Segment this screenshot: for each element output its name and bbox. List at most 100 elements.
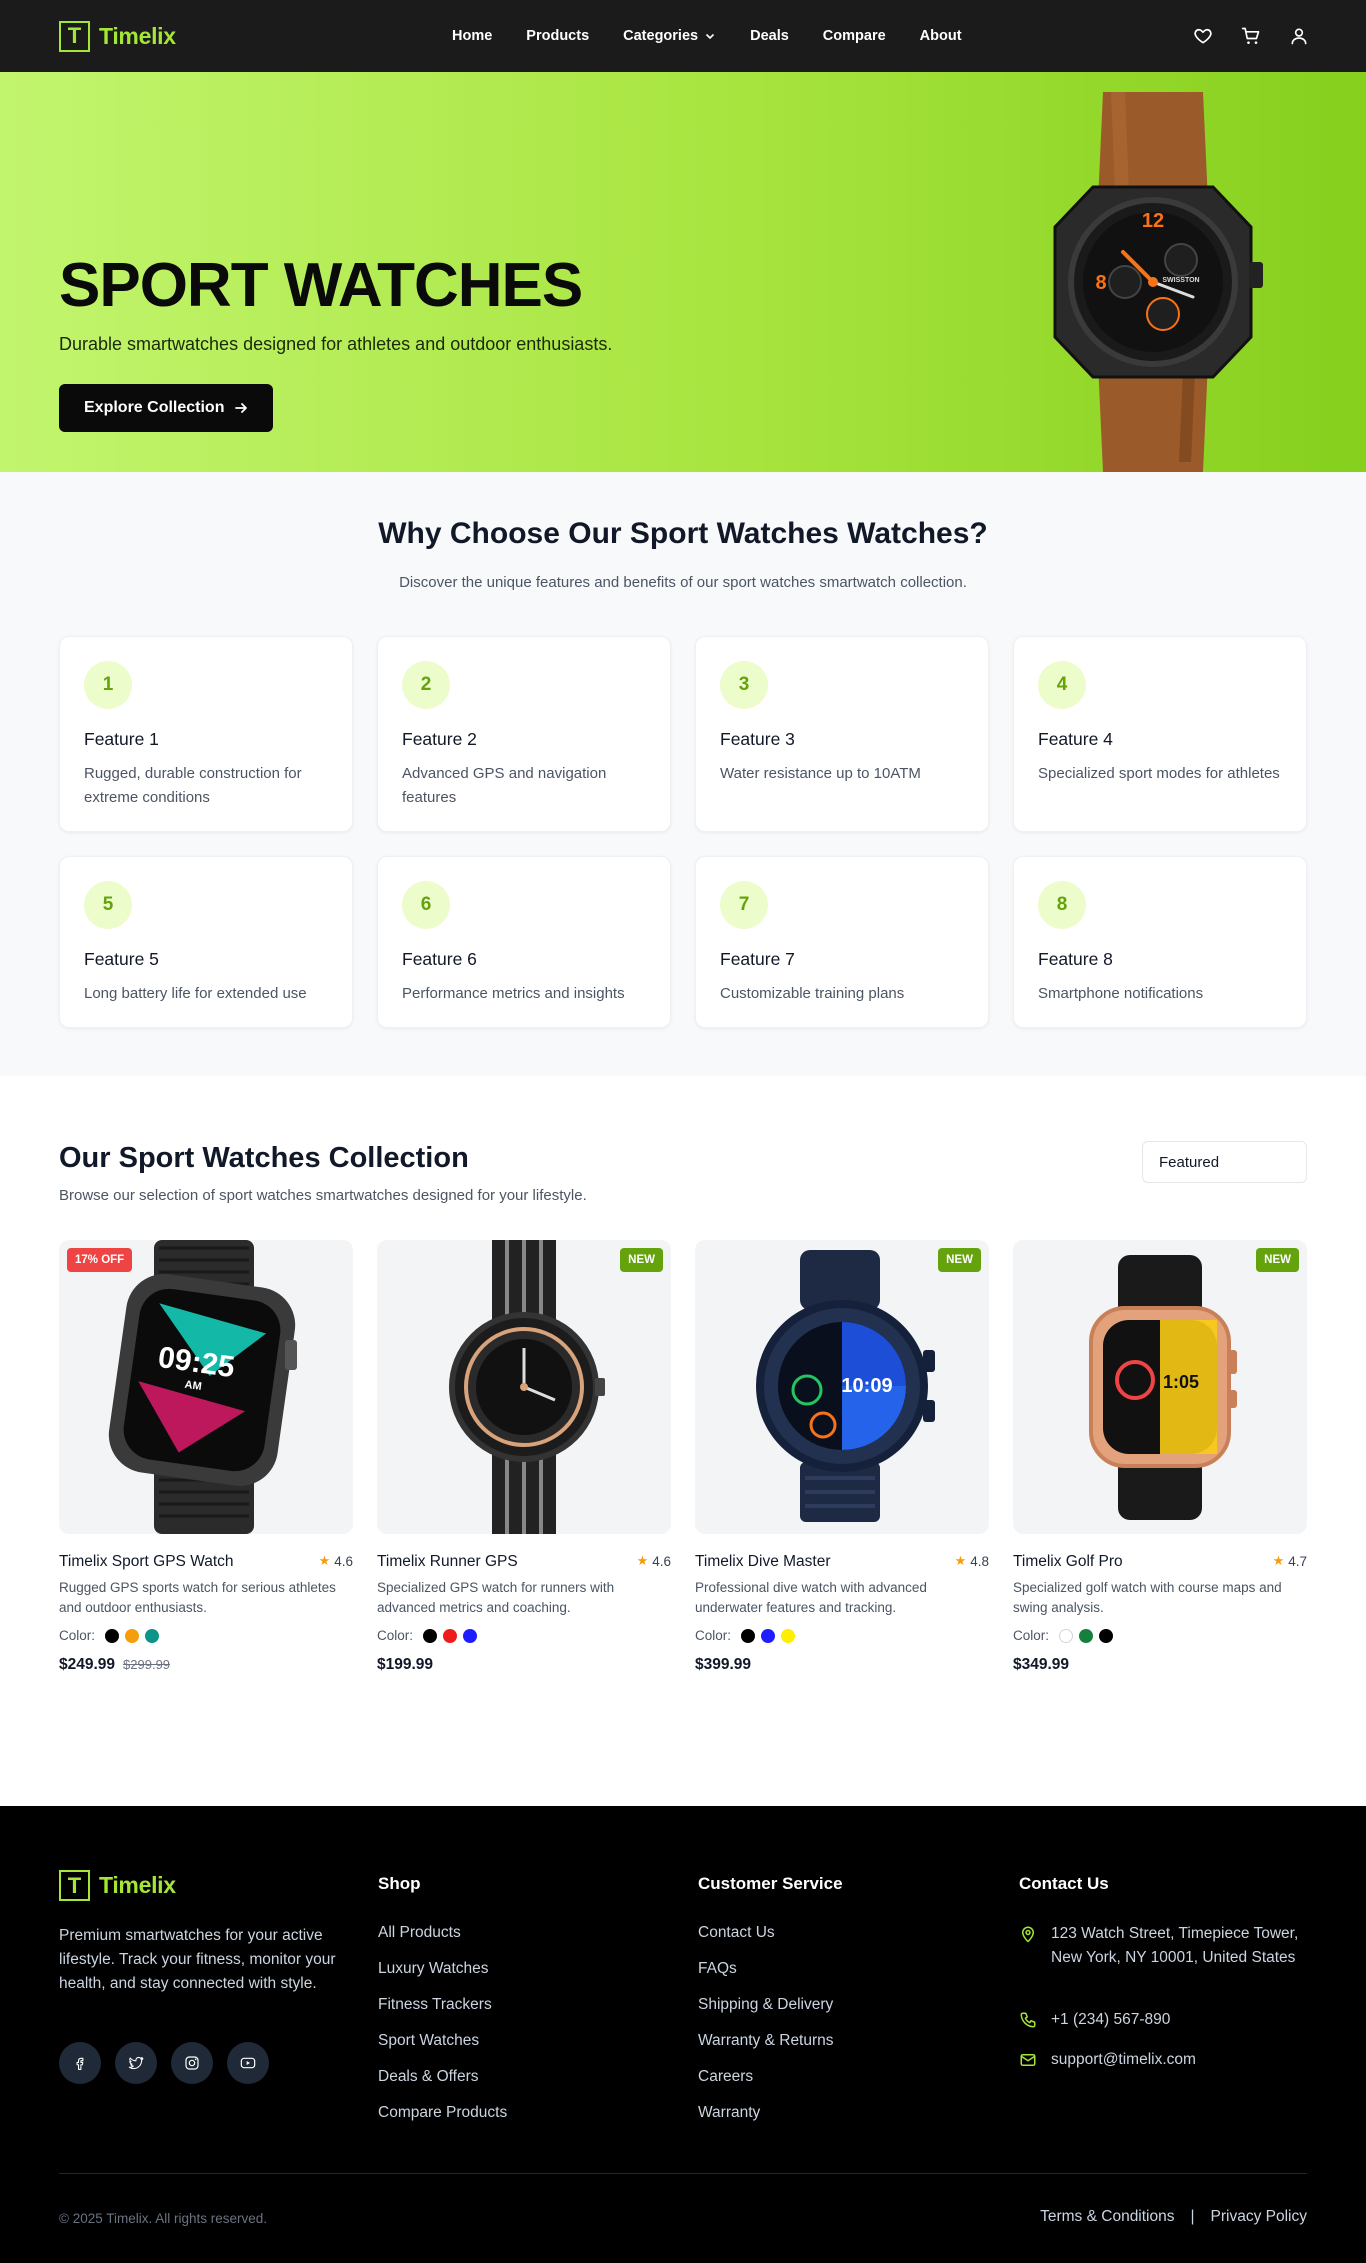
feature-name: Feature 7 [720,949,795,969]
footer-link[interactable]: All Products [378,1924,507,1960]
footer-logo[interactable]: T Timelix [59,1870,176,1901]
footer-link[interactable]: Luxury Watches [378,1960,507,1996]
product-price: $199.99 [377,1656,434,1673]
color-swatch-blue[interactable] [463,1628,478,1643]
new-badge: NEW [938,1248,981,1272]
watch-screen-ampm: AM [184,1379,203,1393]
footer-link[interactable]: Fitness Trackers [378,1996,507,2032]
footer-link[interactable]: Sport Watches [378,2032,507,2068]
feature-description: Performance metrics and insights [402,985,625,1002]
footer-link[interactable]: Shipping & Delivery [698,1996,834,2032]
hero-watch-brand: SWISSTON [1162,277,1199,284]
map-pin-icon [1021,1926,1035,1943]
product-image[interactable]: 10:09 NEW [695,1240,989,1534]
feature-description: Advanced GPS and navigation features [402,765,607,806]
twitter-icon[interactable] [115,2042,157,2084]
logo-mark: T [59,20,90,52]
phone-text: +1 (234) 567-890 [1051,2011,1171,2028]
color-options: Color: [695,1628,796,1643]
product-price-row: $249.99 $299.99 [59,1656,170,1674]
golf-watch-image: 1:05 [1089,1255,1237,1520]
feature-name: Feature 4 [1038,729,1113,749]
color-swatch-black[interactable] [741,1628,756,1643]
feature-description: Specialized sport modes for athletes [1038,765,1280,782]
terms-link[interactable]: Terms & Conditions [1040,2208,1174,2226]
hero-subtitle: Durable smartwatches designed for athlet… [59,334,613,354]
color-swatch-black[interactable] [1099,1628,1114,1643]
explore-collection-button[interactable]: Explore Collection [59,384,274,432]
product-rating: ★ 4.6 [319,1553,353,1569]
product-description: Rugged GPS sports watch for serious athl… [59,1580,336,1615]
nav-products[interactable]: Products [526,28,589,44]
color-swatch-yellow[interactable] [781,1628,796,1643]
product-rating: ★ 4.6 [637,1553,671,1569]
product-price-row: $199.99 [377,1656,433,1674]
product-name[interactable]: Timelix Sport GPS Watch [59,1553,234,1571]
color-swatch-amber[interactable] [125,1628,140,1643]
color-swatch-black[interactable] [105,1628,120,1643]
contact-email[interactable]: support@timelix.com [1019,2048,1309,2072]
sort-select[interactable]: Featured [1142,1141,1307,1183]
product-name[interactable]: Timelix Golf Pro [1013,1553,1123,1571]
footer-link[interactable]: FAQs [698,1960,834,1996]
contact-phone[interactable]: +1 (234) 567-890 [1019,2008,1309,2032]
product-image[interactable]: 1:05 NEW [1013,1240,1307,1534]
product-description: Professional dive watch with advanced un… [695,1580,927,1615]
feature-number: 5 [84,881,132,929]
features-title: Why Choose Our Sport Watches Watches? [378,517,988,550]
collection-title: Our Sport Watches Collection [59,1142,469,1174]
product-rating: ★ 4.7 [1273,1553,1307,1569]
product-image[interactable]: NEW [377,1240,671,1534]
nav-compare-label: Compare [822,28,886,44]
facebook-icon[interactable] [59,2042,101,2084]
svg-text:8: 8 [1095,272,1106,294]
logo[interactable]: T Timelix [59,20,176,52]
footer: T Timelix Premium smartwatches for your … [0,1806,1366,2263]
product-card[interactable]: 10:09 NEW Timelix Dive Master ★ 4.8 Profe… [695,1240,989,1673]
privacy-link[interactable]: Privacy Policy [1211,2208,1307,2226]
nav-compare[interactable]: Compare [823,28,886,44]
hero-banner: SPORT WATCHES Durable smartwatches desig… [0,72,1366,472]
nav-categories[interactable]: Categories [623,28,716,44]
color-options: Color: [377,1628,478,1643]
footer-link[interactable]: Contact Us [698,1924,834,1960]
product-card[interactable]: NEW Timelix Runner GPS ★ 4.6 Specialized … [377,1240,671,1673]
social-links [59,2042,269,2084]
cart-icon[interactable] [1240,25,1262,47]
color-swatch-black[interactable] [423,1628,438,1643]
user-icon[interactable] [1288,25,1310,47]
product-image[interactable]: 09:25 AM 17% OFF [59,1240,353,1534]
product-rating: ★ 4.8 [955,1553,989,1569]
rating-value: 4.6 [334,1553,353,1569]
product-price: $349.99 [1013,1656,1070,1673]
footer-logo-text: Timelix [99,1872,176,1898]
color-swatch-teal[interactable] [145,1628,160,1643]
product-name[interactable]: Timelix Dive Master [695,1553,831,1571]
smartwatch-image: 09:25 AM [108,1240,297,1534]
product-card[interactable]: 1:05 NEW Timelix Golf Pro ★ 4.7 Specializ… [1013,1240,1307,1673]
nav-about[interactable]: About [920,28,962,44]
color-swatch-white[interactable] [1059,1628,1074,1643]
new-badge: NEW [1256,1248,1299,1272]
product-name[interactable]: Timelix Runner GPS [377,1553,518,1571]
heart-icon[interactable] [1192,25,1214,47]
nav-deals[interactable]: Deals [750,28,789,44]
footer-link[interactable]: Compare Products [378,2104,507,2140]
footer-link[interactable]: Warranty & Returns [698,2032,834,2068]
color-swatch-green[interactable] [1079,1628,1094,1643]
color-swatch-red[interactable] [443,1628,458,1643]
product-card[interactable]: 09:25 AM 17% OFF Timelix Sport GPS Watch… [59,1240,353,1673]
instagram-icon[interactable] [171,2042,213,2084]
product-price: $249.99 [59,1656,116,1673]
feature-card: 4 Feature 4 Specialized sport modes for … [1013,636,1307,832]
feature-card: 3 Feature 3 Water resistance up to 10ATM [695,636,989,832]
youtube-icon[interactable] [227,2042,269,2084]
features-subtitle: Discover the unique features and benefit… [399,574,967,591]
nav-home[interactable]: Home [452,28,492,44]
color-swatch-blue[interactable] [761,1628,776,1643]
footer-link[interactable]: Careers [698,2068,834,2104]
footer-link[interactable]: Warranty [698,2104,834,2140]
footer-link[interactable]: Deals & Offers [378,2068,507,2104]
rating-value: 4.8 [970,1553,989,1569]
color-label: Color: [1013,1628,1050,1643]
